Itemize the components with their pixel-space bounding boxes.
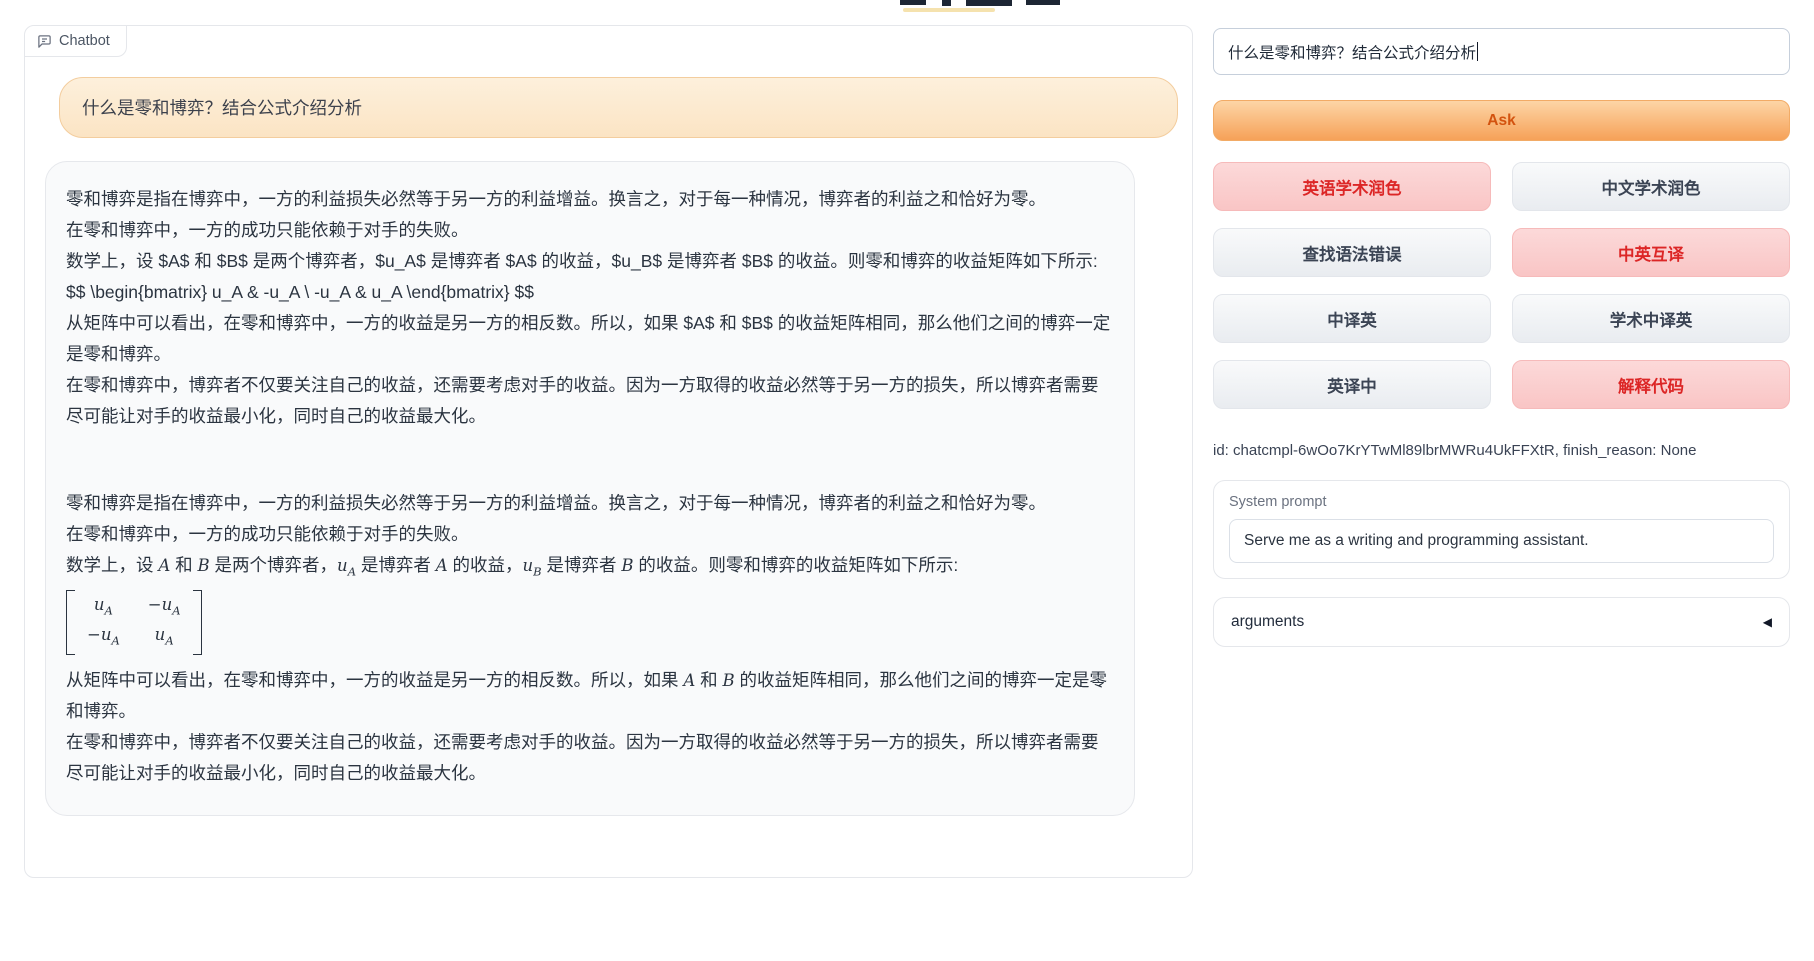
preset-button-find-grammar[interactable]: 查找语法错误 bbox=[1213, 228, 1491, 277]
arguments-accordion[interactable]: arguments ◀ bbox=[1213, 597, 1790, 647]
math-var: A bbox=[158, 556, 170, 575]
bot-raw-block: 零和博弈是指在博弈中，一方的利益损失必然等于另一方的利益增益。换言之，对于每一种… bbox=[66, 184, 1114, 432]
system-prompt-box: System prompt Serve me as a writing and … bbox=[1213, 480, 1790, 579]
ask-button[interactable]: Ask bbox=[1213, 100, 1790, 141]
text-cursor bbox=[1477, 42, 1478, 61]
preset-button-grid: 英语学术润色 中文学术润色 查找语法错误 中英互译 中译英 学术中译英 英译中 … bbox=[1213, 162, 1790, 409]
matrix-entry: −uA bbox=[148, 593, 181, 622]
chat-bubble-icon bbox=[37, 34, 52, 49]
matrix-entry: uA bbox=[87, 593, 120, 622]
system-prompt-input[interactable]: Serve me as a writing and programming as… bbox=[1229, 519, 1774, 563]
chatbot-panel-label-text: Chatbot bbox=[59, 33, 110, 49]
preset-button-en-to-zh[interactable]: 英译中 bbox=[1213, 360, 1491, 409]
title-fragment bbox=[966, 0, 1012, 6]
completion-status-line: id: chatcmpl-6wOo7KrYTwMl89lbrMWRu4UkFFX… bbox=[1213, 442, 1790, 459]
math-var: B bbox=[723, 671, 735, 690]
title-fragment bbox=[942, 0, 951, 6]
matrix-entry: uA bbox=[148, 623, 181, 652]
matrix-left-bracket bbox=[66, 590, 75, 655]
system-prompt-label: System prompt bbox=[1229, 494, 1774, 510]
bot-rendered-line: 零和博弈是指在博弈中，一方的利益损失必然等于另一方的利益增益。换言之，对于每一种… bbox=[66, 488, 1114, 519]
math-var: uB bbox=[523, 556, 542, 575]
preset-button-chinese-polish[interactable]: 中文学术润色 bbox=[1512, 162, 1790, 211]
preset-button-english-polish[interactable]: 英语学术润色 bbox=[1213, 162, 1491, 211]
matrix-right-bracket bbox=[193, 590, 202, 655]
chatbot-panel-label: Chatbot bbox=[25, 26, 127, 57]
bot-rendered-line: 在零和博弈中，一方的成功只能依赖于对手的失败。 bbox=[66, 519, 1114, 550]
math-var: B bbox=[621, 556, 633, 575]
question-input[interactable]: 什么是零和博弈？结合公式介绍分析 bbox=[1213, 28, 1790, 75]
bot-rendered-line: 从矩阵中可以看出，在零和博弈中，一方的收益是另一方的相反数。所以，如果 A 和 … bbox=[66, 665, 1114, 727]
collapse-triangle-icon: ◀ bbox=[1763, 615, 1772, 629]
preset-button-explain-code[interactable]: 解释代码 bbox=[1512, 360, 1790, 409]
clipped-page-title bbox=[898, 0, 1098, 14]
controls-column: 什么是零和博弈？结合公式介绍分析 Ask 英语学术润色 中文学术润色 查找语法错… bbox=[1213, 28, 1790, 647]
user-message-text: 什么是零和博弈？结合公式介绍分析 bbox=[82, 98, 362, 118]
title-fragment bbox=[1026, 0, 1060, 5]
chatbot-panel: Chatbot 什么是零和博弈？结合公式介绍分析 零和博弈是指在博弈中，一方的利… bbox=[24, 25, 1193, 878]
bot-rendered-math-intro: 数学上，设 A 和 B 是两个博弈者，uA 是博弈者 A 的收益，uB 是博弈者… bbox=[66, 550, 1114, 587]
preset-button-zh-en-mutual[interactable]: 中英互译 bbox=[1512, 228, 1790, 277]
math-var: uA bbox=[337, 556, 356, 575]
title-underline bbox=[903, 8, 995, 12]
message-gap bbox=[66, 432, 1114, 488]
math-var: A bbox=[683, 671, 695, 690]
bot-rendered-block: 零和博弈是指在博弈中，一方的利益损失必然等于另一方的利益增益。换言之，对于每一种… bbox=[66, 488, 1114, 789]
rendered-matrix: uA −uA −uA uA bbox=[66, 587, 1114, 665]
matrix-entry: −uA bbox=[87, 623, 120, 652]
bot-raw-line: 在零和博弈中，博弈者不仅要关注自己的收益，还需要考虑对手的收益。因为一方取得的收… bbox=[66, 370, 1114, 432]
question-input-value: 什么是零和博弈？结合公式介绍分析 bbox=[1228, 41, 1476, 63]
bot-raw-line: 数学上，设 $A$ 和 $B$ 是两个博弈者，$u_A$ 是博弈者 $A$ 的收… bbox=[66, 246, 1114, 277]
preset-button-academic-zh-en[interactable]: 学术中译英 bbox=[1512, 294, 1790, 343]
math-var: A bbox=[436, 556, 448, 575]
bot-raw-latex-line: $$ \begin{bmatrix} u_A & -u_A \ -u_A & u… bbox=[66, 277, 1114, 308]
bot-rendered-line: 在零和博弈中，博弈者不仅要关注自己的收益，还需要考虑对手的收益。因为一方取得的收… bbox=[66, 727, 1114, 789]
bot-raw-line: 在零和博弈中，一方的成功只能依赖于对手的失败。 bbox=[66, 215, 1114, 246]
preset-button-zh-to-en[interactable]: 中译英 bbox=[1213, 294, 1491, 343]
bot-raw-line: 零和博弈是指在博弈中，一方的利益损失必然等于另一方的利益增益。换言之，对于每一种… bbox=[66, 184, 1114, 215]
math-var: B bbox=[198, 556, 210, 575]
arguments-accordion-label: arguments bbox=[1231, 613, 1304, 631]
bot-raw-line: 从矩阵中可以看出，在零和博弈中，一方的收益是另一方的相反数。所以，如果 $A$ … bbox=[66, 308, 1114, 370]
bot-message-bubble: 零和博弈是指在博弈中，一方的利益损失必然等于另一方的利益增益。换言之，对于每一种… bbox=[45, 161, 1135, 816]
chat-messages: 什么是零和博弈？结合公式介绍分析 零和博弈是指在博弈中，一方的利益损失必然等于另… bbox=[25, 26, 1192, 816]
user-message-bubble: 什么是零和博弈？结合公式介绍分析 bbox=[59, 77, 1178, 138]
matrix-entries: uA −uA −uA uA bbox=[75, 590, 193, 655]
title-fragment bbox=[900, 0, 926, 5]
